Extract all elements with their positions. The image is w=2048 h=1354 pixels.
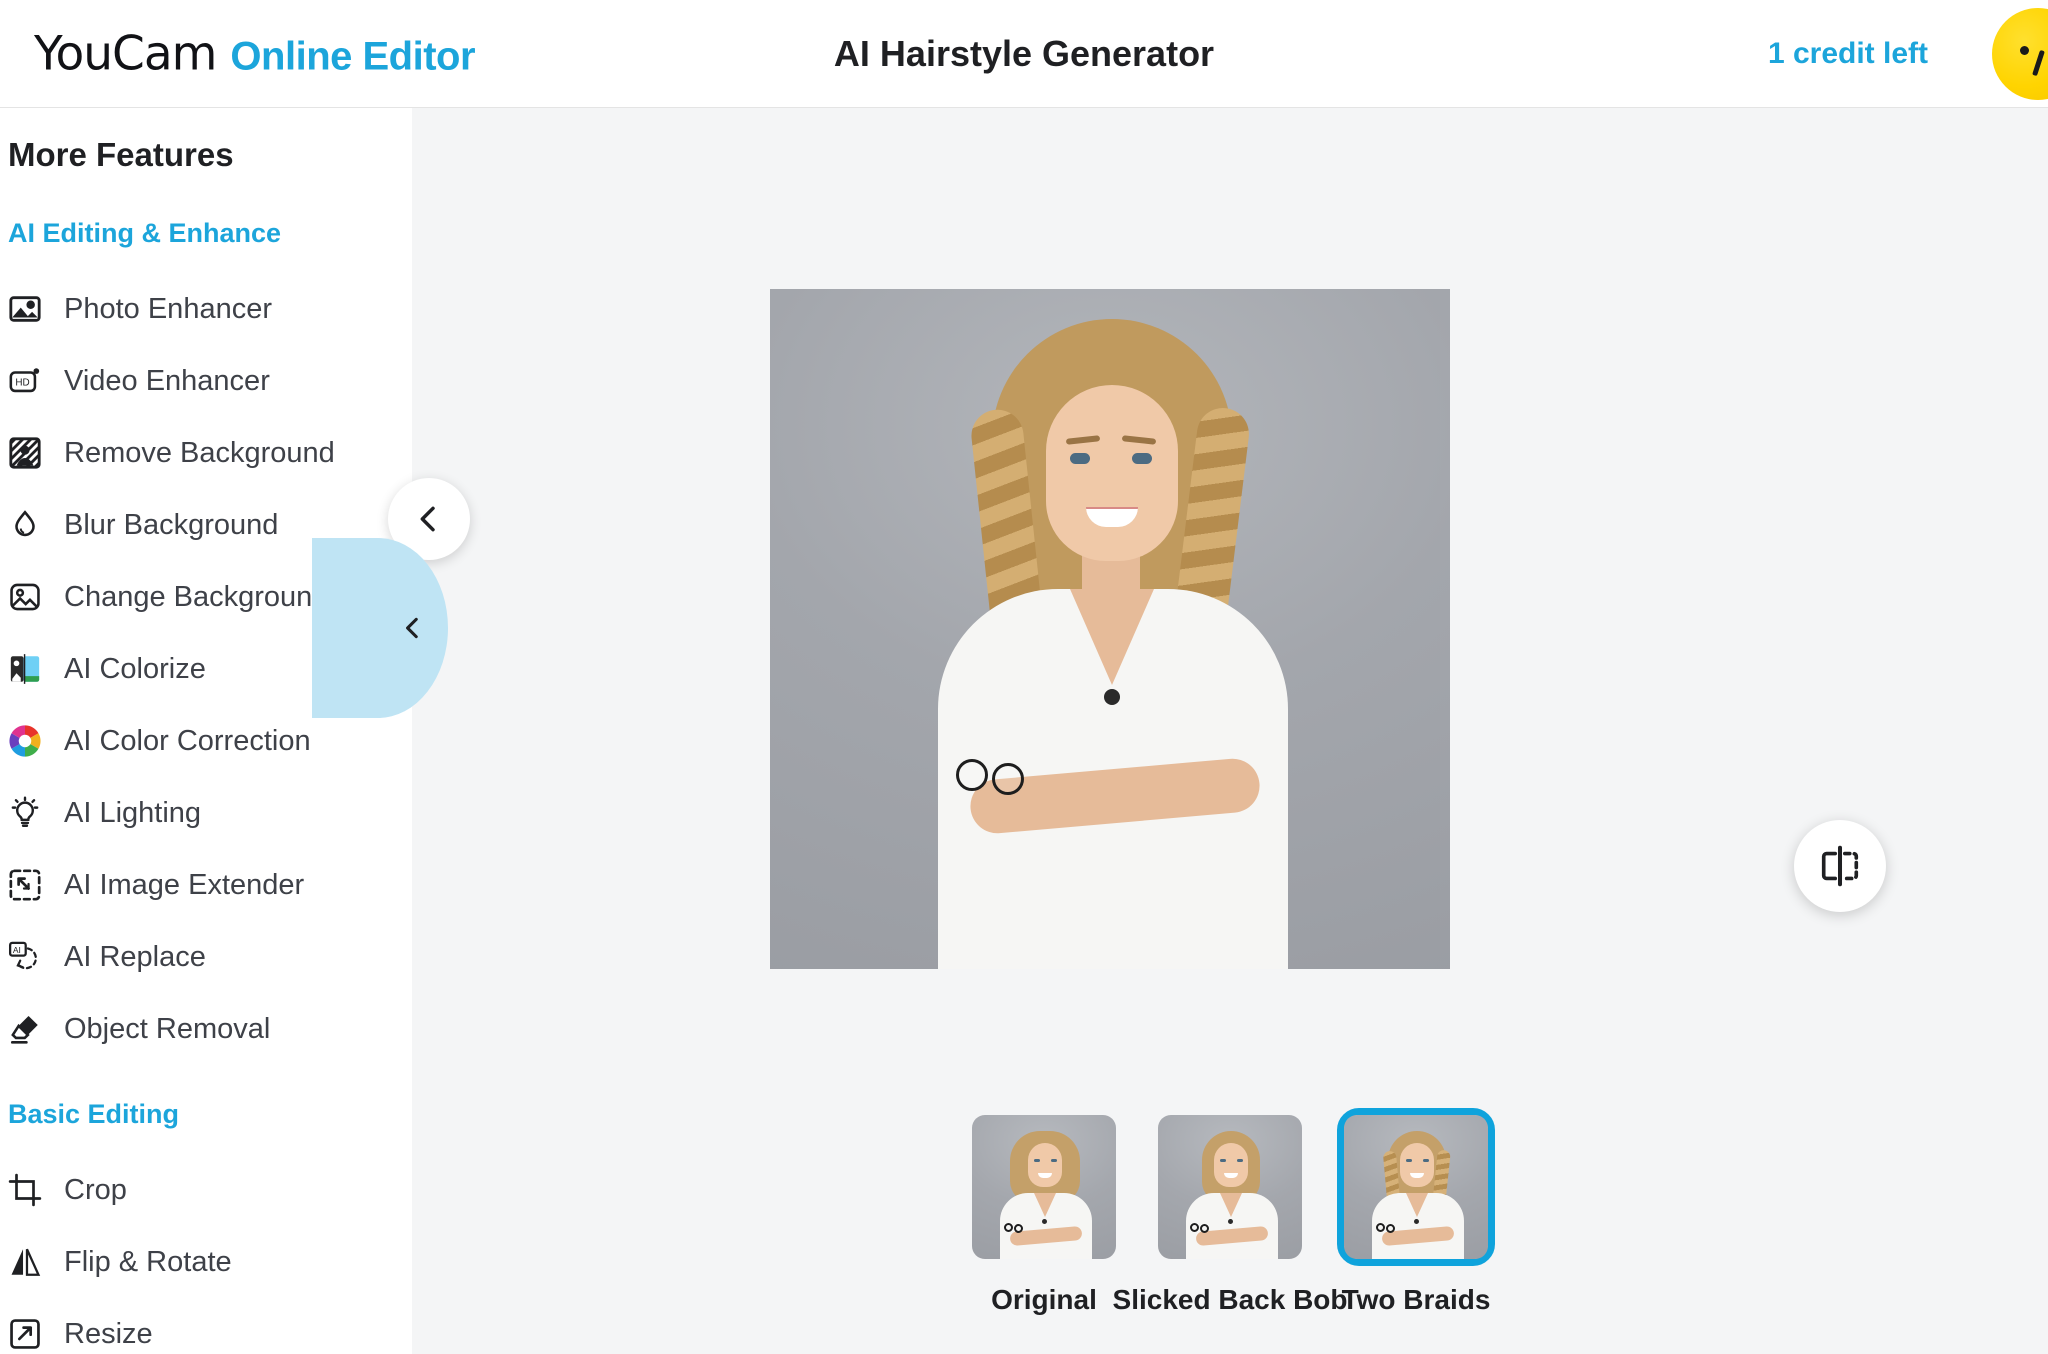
svg-text:AI: AI [13, 945, 21, 955]
portrait-blouse-button [1104, 689, 1120, 705]
portrait-eye-right [1132, 453, 1152, 464]
sidebar-item-label: Photo Enhancer [64, 292, 272, 325]
sidebar-item-label: Video Enhancer [64, 364, 270, 397]
page-title: AI Hairstyle Generator [833, 32, 1215, 74]
thumbnail-image [1158, 1115, 1302, 1259]
thumbnail-label: Original [991, 1284, 1097, 1315]
thumbnail-frame [1337, 1108, 1495, 1266]
preview-image [770, 289, 1450, 969]
thumbnail-slicked-back-bob[interactable]: Slicked Back Bob [1113, 1108, 1348, 1316]
logo-youcam-text: YouCam [34, 26, 217, 81]
portrait-eye-left [1070, 453, 1090, 464]
change-background-icon [8, 580, 42, 614]
sidebar-item-resize[interactable]: Resize [0, 1298, 412, 1354]
flip-rotate-icon [8, 1245, 42, 1279]
sidebar-group-label-basic-editing: Basic Editing [8, 1099, 180, 1129]
user-avatar[interactable] [1992, 8, 2048, 100]
thumbnail-frame [1151, 1108, 1309, 1266]
sidebar-item-label: AI Colorize [64, 652, 206, 685]
sidebar-item-video-enhancer[interactable]: HD Video Enhancer [0, 345, 412, 417]
brand-logo[interactable]: YouCam Online Editor [34, 26, 476, 81]
sidebar-item-object-removal[interactable]: Object Removal [0, 993, 412, 1065]
sidebar-item-crop[interactable]: Crop [0, 1154, 412, 1226]
video-hd-icon: HD [8, 364, 42, 398]
sidebar-title: More Features [8, 136, 234, 173]
thumbnail-two-braids[interactable]: Two Braids [1337, 1108, 1495, 1316]
compare-before-after-button[interactable] [1794, 820, 1886, 912]
color-wheel-icon [8, 724, 42, 758]
portrait-face [1046, 385, 1178, 561]
thumbnail-label: Slicked Back Bob [1112, 1284, 1348, 1315]
sidebar-item-photo-enhancer[interactable]: Photo Enhancer [0, 273, 412, 345]
sidebar-item-ai-replace[interactable]: AI AI Replace [0, 921, 412, 993]
sidebar-item-label: Flip & Rotate [64, 1245, 232, 1278]
photo-enhancer-icon [8, 292, 42, 326]
lightbulb-icon [8, 796, 42, 830]
sidebar-item-label: Object Removal [64, 1012, 271, 1045]
sidebar-item-flip-rotate[interactable]: Flip & Rotate [0, 1226, 412, 1298]
compare-split-icon [1821, 845, 1859, 887]
sidebar-item-label: Blur Background [64, 508, 279, 541]
sidebar-item-label: AI Lighting [64, 796, 202, 829]
sidebar-item-label: Resize [64, 1317, 153, 1350]
thumbnail-image [972, 1115, 1116, 1259]
sidebar-item-label: Crop [64, 1173, 127, 1206]
sidebar-item-label: AI Color Correction [64, 724, 311, 757]
thumbnail-frame [965, 1108, 1123, 1266]
avatar-stroke-mark [2032, 49, 2045, 77]
ai-replace-icon: AI [8, 940, 42, 974]
sidebar-item-label: AI Image Extender [64, 868, 305, 901]
thumbnail-original[interactable]: Original [965, 1108, 1123, 1316]
sidebar-group-label-ai-editing: AI Editing & Enhance [8, 218, 282, 248]
blur-droplet-icon [8, 508, 42, 542]
app-header: YouCam Online Editor AI Hairstyle Genera… [0, 0, 2048, 108]
chevron-left-icon [406, 617, 418, 639]
editor-canvas: Original Slicked Back Bob Two Braids [312, 108, 2048, 1354]
credits-label: 1 credit left [1767, 36, 1928, 70]
avatar-dot-mark [2020, 46, 2029, 55]
sidebar-item-ai-lighting[interactable]: AI Lighting [0, 777, 412, 849]
thumbnail-image [1344, 1115, 1488, 1259]
chevron-left-icon [420, 506, 435, 532]
logo-online-editor-text: Online Editor [230, 34, 476, 78]
sidebar[interactable]: More Features AI Editing & Enhance Photo… [0, 108, 412, 1354]
app-root: YouCam Online Editor AI Hairstyle Genera… [0, 0, 2048, 1354]
image-extender-icon [8, 868, 42, 902]
ai-colorize-icon [8, 652, 42, 686]
thumbnail-label: Two Braids [1341, 1284, 1491, 1315]
portrait-glasses [956, 759, 1032, 795]
crop-icon [8, 1173, 42, 1207]
svg-text:HD: HD [15, 377, 29, 388]
eraser-icon [8, 1012, 42, 1046]
style-thumbnail-strip[interactable]: Original Slicked Back Bob Two Braids [412, 1108, 2048, 1316]
collapse-panel-tab[interactable] [312, 538, 448, 718]
sidebar-item-ai-image-extender[interactable]: AI Image Extender [0, 849, 412, 921]
sidebar-item-label: AI Replace [64, 940, 206, 973]
sidebar-item-label: Remove Background [64, 436, 335, 469]
sidebar-item-label: Change Background [64, 580, 329, 613]
remove-background-icon [8, 436, 42, 470]
sidebar-item-remove-background[interactable]: Remove Background [0, 417, 412, 489]
resize-icon [8, 1317, 42, 1351]
